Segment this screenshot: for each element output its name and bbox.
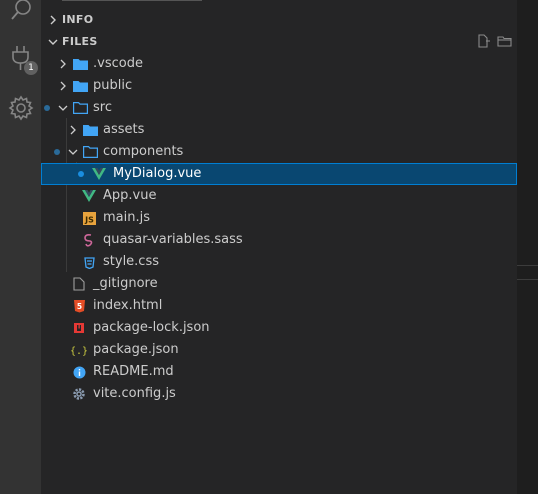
folder-icon bbox=[72, 56, 88, 72]
tree-item-quasar-variables-sass[interactable]: quasar-variables.sass bbox=[41, 229, 517, 251]
sass-file-icon bbox=[81, 232, 97, 248]
tree-item-label: vite.config.js bbox=[93, 386, 176, 401]
folder-icon bbox=[82, 122, 98, 138]
tree-item-vscode-folder[interactable]: .vscode bbox=[41, 53, 517, 75]
file-icon bbox=[71, 276, 87, 292]
tree-item-label: src bbox=[93, 100, 112, 115]
svg-text:5: 5 bbox=[76, 302, 81, 311]
tree-item-public-folder[interactable]: public bbox=[41, 75, 517, 97]
chevron-down-icon bbox=[48, 39, 58, 45]
tree-item-vite-config-js[interactable]: vite.config.js bbox=[41, 383, 517, 405]
vue-file-icon bbox=[91, 166, 107, 182]
css-file-icon bbox=[81, 254, 97, 270]
tree-item-label: MyDialog.vue bbox=[113, 166, 202, 181]
info-section-header[interactable]: INFO bbox=[41, 9, 517, 31]
modified-dot-icon bbox=[78, 171, 84, 177]
chevron-right-icon bbox=[70, 125, 76, 135]
json-file-icon: {.} bbox=[71, 342, 87, 358]
chevron-right-icon bbox=[60, 59, 66, 69]
info-section-title: INFO bbox=[62, 13, 94, 26]
search-icon[interactable] bbox=[0, 0, 41, 24]
tree-item-components-folder[interactable]: components bbox=[41, 141, 517, 163]
tree-item-label: package-lock.json bbox=[93, 320, 210, 335]
new-file-icon[interactable] bbox=[476, 34, 490, 48]
editor-scroll-marker bbox=[517, 265, 538, 280]
tree-item-gitignore[interactable]: _gitignore bbox=[41, 273, 517, 295]
tree-item-label: public bbox=[93, 78, 133, 93]
folder-open-icon bbox=[72, 100, 88, 116]
html-file-icon: 5 bbox=[71, 298, 87, 314]
tree-item-app-vue[interactable]: App.vue bbox=[41, 185, 517, 207]
tree-item-label: App.vue bbox=[103, 188, 157, 203]
tree-item-readme-md[interactable]: README.md bbox=[41, 361, 517, 383]
editor-area bbox=[517, 0, 538, 494]
modified-dot-icon bbox=[44, 105, 50, 111]
tree-item-label: package.json bbox=[93, 342, 179, 357]
tree-item-label: README.md bbox=[93, 364, 174, 379]
tree-item-label: main.js bbox=[103, 210, 150, 225]
javascript-file-icon: JS bbox=[81, 210, 97, 226]
top-divider bbox=[62, 0, 202, 1]
tree-item-style-css[interactable]: style.css bbox=[41, 251, 517, 273]
tree-item-label: index.html bbox=[93, 298, 163, 313]
vue-file-icon bbox=[81, 188, 97, 204]
files-section-header[interactable]: FILES bbox=[41, 31, 517, 53]
tree-item-label: quasar-variables.sass bbox=[103, 232, 243, 247]
tree-item-label: components bbox=[103, 144, 184, 159]
chevron-down-icon bbox=[68, 149, 78, 155]
tree-item-mydialog-vue[interactable]: MyDialog.vue bbox=[41, 163, 517, 185]
tree-item-index-html[interactable]: 5 index.html bbox=[41, 295, 517, 317]
files-section-title: FILES bbox=[62, 35, 98, 48]
modified-dot-icon bbox=[54, 149, 60, 155]
tree-item-src-folder[interactable]: src bbox=[41, 97, 517, 119]
chevron-right-icon bbox=[60, 81, 66, 91]
tree-item-label: _gitignore bbox=[93, 276, 158, 291]
new-folder-icon[interactable] bbox=[497, 34, 512, 48]
config-gear-icon bbox=[71, 386, 87, 402]
chevron-down-icon bbox=[58, 105, 68, 111]
tree-item-label: .vscode bbox=[93, 56, 143, 71]
tree-item-main-js[interactable]: JS main.js bbox=[41, 207, 517, 229]
info-icon bbox=[71, 364, 87, 380]
folder-icon bbox=[72, 78, 88, 94]
tree-item-package-json[interactable]: {.} package.json bbox=[41, 339, 517, 361]
tree-item-label: style.css bbox=[103, 254, 159, 269]
tree-item-package-lock-json[interactable]: package-lock.json bbox=[41, 317, 517, 339]
tree-item-assets-folder[interactable]: assets bbox=[41, 119, 517, 141]
chevron-right-icon bbox=[50, 15, 56, 25]
extensions-badge: 1 bbox=[24, 61, 38, 75]
settings-gear-icon[interactable] bbox=[0, 95, 41, 121]
folder-open-icon bbox=[82, 144, 98, 160]
svg-text:JS: JS bbox=[84, 215, 94, 224]
tree-item-label: assets bbox=[103, 122, 145, 137]
svg-text:{.}: {.} bbox=[71, 346, 87, 357]
npm-lock-file-icon bbox=[71, 320, 87, 336]
activity-bar: 1 bbox=[0, 0, 41, 494]
